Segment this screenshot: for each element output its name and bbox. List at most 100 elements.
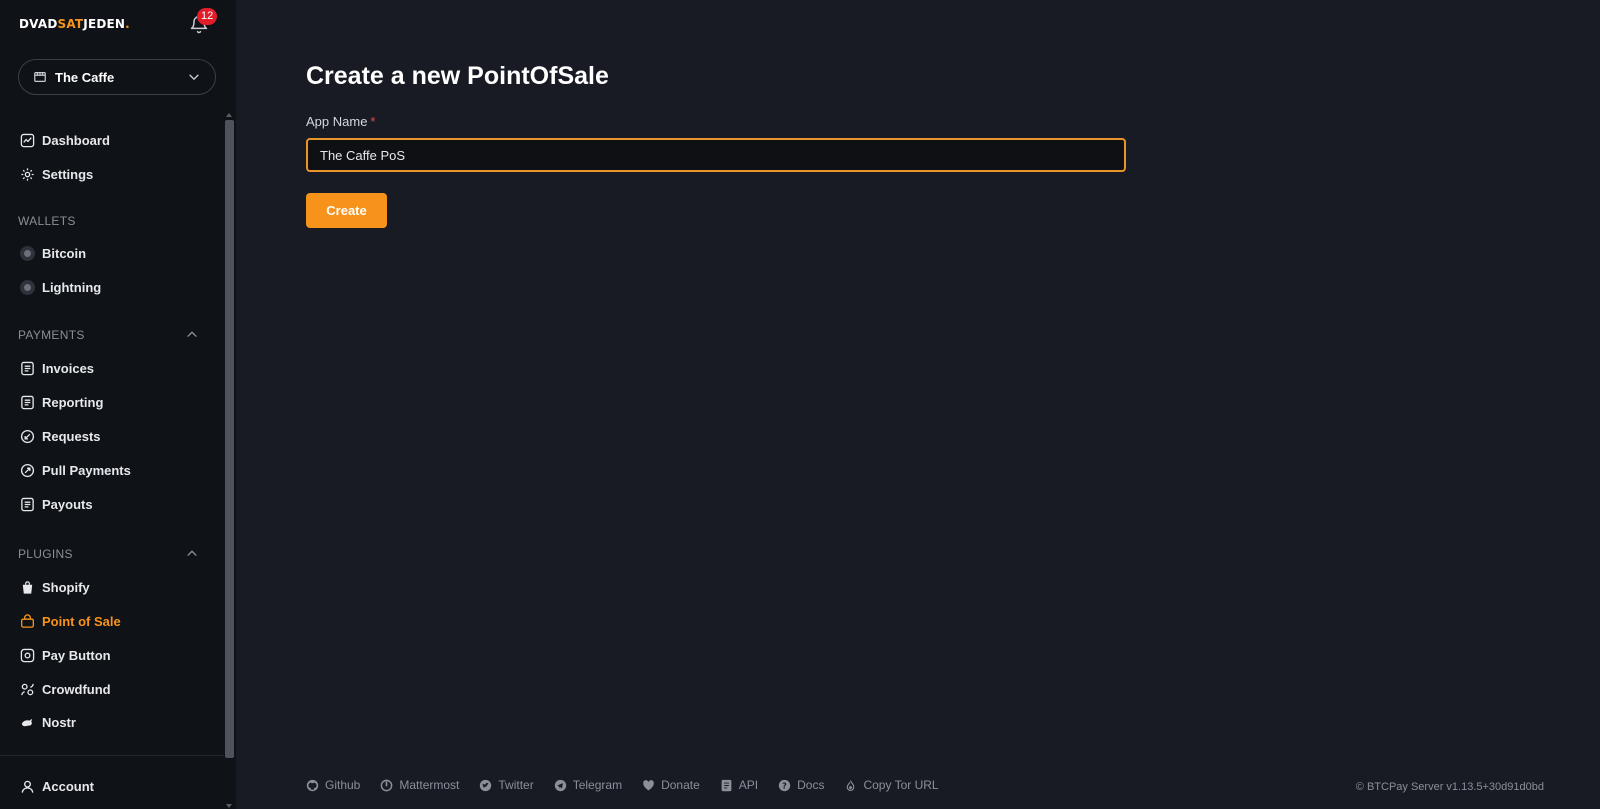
create-button[interactable]: Create (306, 193, 387, 228)
invoice-icon (20, 361, 35, 376)
nav-requests-label: Requests (42, 428, 101, 444)
github-icon (306, 779, 319, 792)
app-name-input[interactable] (306, 138, 1126, 172)
nav-point-of-sale-label: Point of Sale (42, 613, 121, 629)
heart-icon (642, 779, 655, 792)
nav-dashboard[interactable]: Dashboard (20, 130, 110, 150)
nav-account[interactable]: Account (20, 776, 94, 796)
store-name: The Caffe (55, 69, 115, 85)
user-icon (20, 779, 35, 794)
api-doc-icon (720, 779, 733, 792)
nav-dashboard-label: Dashboard (42, 132, 110, 148)
telegram-icon (554, 779, 567, 792)
footer-link-github[interactable]: Github (306, 778, 360, 792)
wallet-status-icon (20, 245, 35, 261)
footer-link-telegram[interactable]: Telegram (554, 778, 622, 792)
footer-link-github-label: Github (325, 778, 361, 792)
footer-link-twitter-label: Twitter (498, 778, 534, 792)
footer-links: Github Mattermost Twitter Telegram Donat… (306, 778, 959, 792)
pay-button-icon (20, 648, 35, 663)
store-selector[interactable]: The Caffe (18, 59, 216, 95)
sidebar: DVADSATJEDEN. 12 The Caffe Dashboard Set… (0, 0, 236, 809)
app-name-label-text: App Name (306, 114, 368, 129)
nostr-icon (20, 715, 35, 730)
version-text: © BTCPay Server v1.13.5+30d91d0bd (1355, 781, 1544, 793)
footer-link-mattermost-label: Mattermost (399, 778, 460, 792)
footer-link-docs[interactable]: ? Docs (778, 778, 824, 792)
pull-payment-icon (20, 463, 35, 478)
nav-requests[interactable]: Requests (20, 426, 101, 446)
footer-link-donate[interactable]: Donate (642, 778, 700, 792)
nav-reporting-label: Reporting (42, 394, 104, 410)
footer-link-api[interactable]: API (720, 778, 758, 792)
nav-payouts[interactable]: Payouts (20, 494, 93, 514)
required-marker: * (370, 114, 376, 129)
footer-link-copy-tor-url-label: Copy Tor URL (863, 778, 939, 792)
brand-dot: . (125, 17, 130, 31)
nav-shopify-label: Shopify (42, 579, 90, 595)
gear-icon (20, 167, 35, 182)
chevron-down-icon (189, 74, 199, 81)
twitter-icon (479, 779, 492, 792)
scrollbar-thumb[interactable] (225, 120, 234, 758)
footer-link-donate-label: Donate (661, 778, 700, 792)
brand-part-3: JEDEN (83, 17, 126, 31)
store-icon (34, 72, 46, 82)
footer-link-docs-label: Docs (797, 778, 825, 792)
brand-logo[interactable]: DVADSATJEDEN. (19, 17, 130, 31)
nav-payouts-label: Payouts (42, 496, 93, 512)
tor-onion-icon (844, 779, 857, 792)
footer-link-telegram-label: Telegram (572, 778, 623, 792)
nav-pay-button[interactable]: Pay Button (20, 645, 111, 665)
nav-pull-payments[interactable]: Pull Payments (20, 460, 131, 480)
sidebar-scrollbar[interactable] (224, 112, 236, 809)
nav-reporting[interactable]: Reporting (20, 392, 103, 412)
sidebar-divider (0, 755, 224, 756)
footer-link-mattermost[interactable]: Mattermost (380, 778, 459, 792)
nav-crowdfund[interactable]: Crowdfund (20, 679, 111, 699)
payments-heading: PAYMENTS (18, 328, 85, 342)
nav-invoices[interactable]: Invoices (20, 358, 94, 378)
brand-part-2: SAT (57, 17, 84, 31)
help-icon: ? (778, 779, 791, 792)
scroll-up-arrow[interactable] (226, 113, 232, 117)
dashboard-icon (20, 133, 35, 148)
nav-pull-payments-label: Pull Payments (42, 462, 131, 478)
nav-shopify[interactable]: Shopify (20, 577, 90, 597)
chevron-up-icon[interactable] (185, 327, 199, 341)
footer-link-twitter[interactable]: Twitter (479, 778, 534, 792)
chevron-up-icon[interactable] (185, 546, 199, 560)
nav-account-label: Account (42, 778, 94, 794)
main-content: Create a new PointOfSale App Name* Creat… (236, 0, 1600, 809)
footer-link-copy-tor-url[interactable]: Copy Tor URL (844, 778, 939, 792)
report-icon (20, 395, 35, 410)
scroll-down-arrow[interactable] (226, 804, 232, 808)
nav-nostr-label: Nostr (42, 714, 76, 730)
nav-invoices-label: Invoices (42, 360, 95, 376)
shopify-icon (20, 580, 35, 595)
footer-link-api-label: API (738, 778, 759, 792)
nav-pay-button-label: Pay Button (42, 647, 111, 663)
svg-text:?: ? (782, 780, 787, 790)
request-icon (20, 429, 35, 444)
nav-wallet-lightning[interactable]: Lightning (20, 277, 101, 297)
page-title: Create a new PointOfSale (306, 62, 609, 90)
wallets-heading: WALLETS (18, 214, 76, 228)
nav-wallet-bitcoin-label: Bitcoin (42, 245, 87, 261)
brand-part-1: DVAD (19, 17, 58, 31)
nav-settings[interactable]: Settings (20, 164, 93, 184)
nav-point-of-sale[interactable]: Point of Sale (20, 611, 121, 631)
nav-settings-label: Settings (42, 166, 94, 182)
mattermost-icon (380, 779, 393, 792)
plugins-heading: PLUGINS (18, 547, 73, 561)
payout-icon (20, 497, 35, 512)
point-of-sale-icon (20, 613, 35, 629)
wallet-status-icon (20, 279, 35, 295)
nav-wallet-bitcoin[interactable]: Bitcoin (20, 243, 86, 263)
crowdfund-icon (20, 682, 35, 697)
notification-count-badge: 12 (197, 8, 218, 25)
nav-nostr[interactable]: Nostr (20, 712, 76, 732)
nav-crowdfund-label: Crowdfund (42, 681, 111, 697)
app-name-label: App Name * (306, 114, 375, 129)
nav-wallet-lightning-label: Lightning (42, 279, 102, 295)
